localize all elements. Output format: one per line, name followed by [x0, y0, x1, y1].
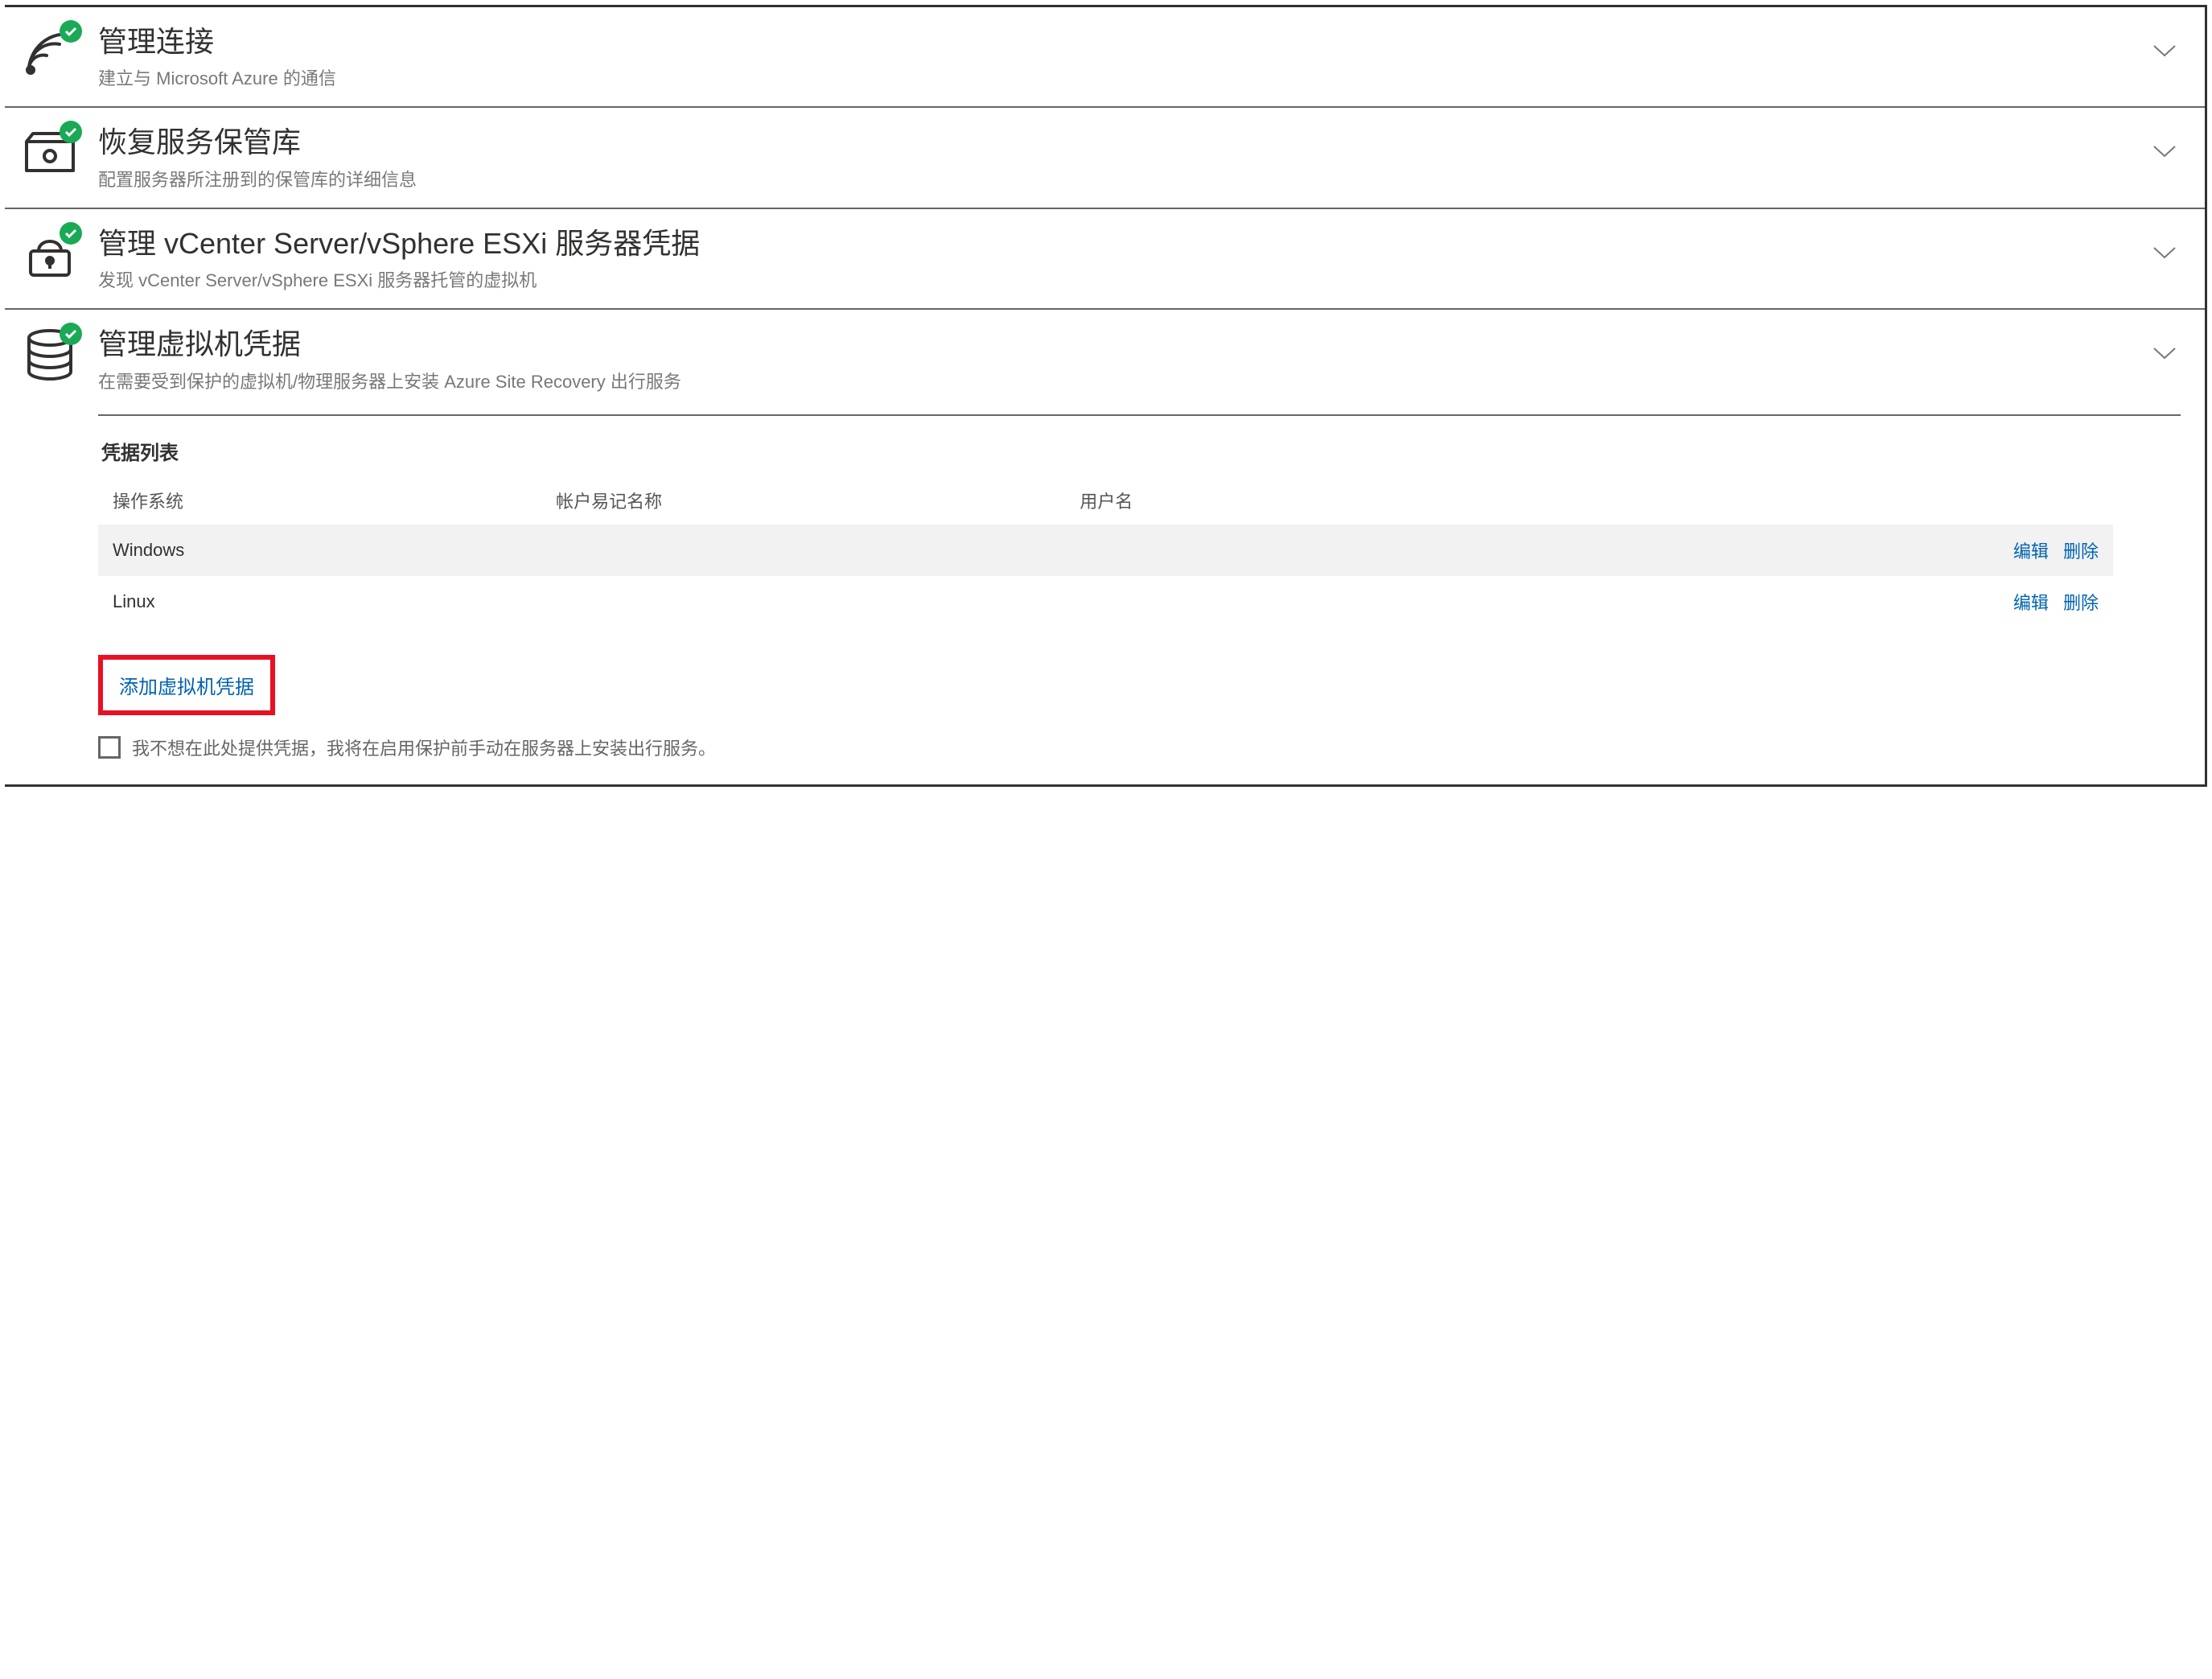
chevron-down-icon[interactable] [2148, 237, 2181, 269]
delete-link[interactable]: 删除 [2063, 593, 2099, 613]
drive-icon [21, 124, 79, 182]
accordion-title: 管理连接 [98, 25, 2129, 58]
cell-username [1065, 576, 1750, 628]
accordion-titles: 管理 vCenter Server/vSphere ESXi 服务器凭据 发现 … [98, 225, 2129, 292]
accordion-item-vm-creds: 管理虚拟机凭据 在需要受到保护的虚拟机/物理服务器上安装 Azure Site … [5, 308, 2205, 784]
connection-icon [21, 23, 79, 81]
chevron-down-icon[interactable] [2148, 337, 2181, 369]
skip-creds-label: 我不想在此处提供凭据，我将在启用保护前手动在服务器上安装出行服务。 [132, 735, 716, 760]
table-header-row: 操作系统 帐户易记名称 用户名 [98, 476, 2113, 525]
add-cred-wrap: 添加虚拟机凭据 [98, 655, 2113, 715]
cell-os: Windows [98, 525, 541, 576]
add-vm-cred-button[interactable]: 添加虚拟机凭据 [98, 655, 275, 715]
accordion-item-recovery-vault: 恢复服务保管库 配置服务器所注册到的保管库的详细信息 [5, 106, 2205, 207]
creds-list-heading: 凭据列表 [98, 437, 2113, 465]
edit-link[interactable]: 编辑 [2013, 593, 2049, 613]
col-header-username: 用户名 [1065, 476, 1750, 525]
accordion-titles: 恢复服务保管库 配置服务器所注册到的保管库的详细信息 [98, 124, 2129, 191]
accordion-item-manage-connection: 管理连接 建立与 Microsoft Azure 的通信 [5, 7, 2205, 106]
accordion-subtitle: 发现 vCenter Server/vSphere ESXi 服务器托管的虚拟机 [98, 266, 2129, 292]
status-ok-icon [60, 20, 82, 43]
cell-username [1065, 525, 1750, 576]
creds-table: 操作系统 帐户易记名称 用户名 Windows 编辑 删除 [98, 476, 2113, 628]
skip-creds-row: 我不想在此处提供凭据，我将在启用保护前手动在服务器上安装出行服务。 [98, 735, 2113, 768]
status-ok-icon [60, 121, 82, 143]
status-ok-icon [60, 222, 82, 245]
col-header-os: 操作系统 [98, 476, 541, 525]
table-row: Linux 编辑 删除 [98, 576, 2113, 628]
accordion-header[interactable]: 恢复服务保管库 配置服务器所注册到的保管库的详细信息 [21, 124, 2181, 191]
accordion-titles: 管理连接 建立与 Microsoft Azure 的通信 [98, 23, 2129, 90]
accordion-subtitle: 在需要受到保护的虚拟机/物理服务器上安装 Azure Site Recovery… [98, 368, 2129, 393]
database-icon [21, 326, 79, 384]
accordion-header[interactable]: 管理虚拟机凭据 在需要受到保护的虚拟机/物理服务器上安装 Azure Site … [21, 326, 2181, 393]
edit-link[interactable]: 编辑 [2013, 541, 2049, 562]
skip-creds-checkbox[interactable] [98, 736, 121, 759]
accordion-subtitle: 配置服务器所注册到的保管库的详细信息 [98, 166, 2129, 191]
cell-friendly [541, 576, 1065, 628]
accordion-title: 管理虚拟机凭据 [98, 327, 2129, 360]
status-ok-icon [60, 323, 82, 345]
cell-os: Linux [98, 576, 541, 628]
accordion-subtitle: 建立与 Microsoft Azure 的通信 [98, 64, 2129, 90]
chevron-down-icon[interactable] [2148, 35, 2181, 67]
lock-icon [21, 225, 79, 283]
delete-link[interactable]: 删除 [2063, 541, 2099, 562]
settings-container: 管理连接 建立与 Microsoft Azure 的通信 [5, 5, 2207, 787]
vm-creds-content: 凭据列表 操作系统 帐户易记名称 用户名 Windows [98, 414, 2181, 768]
table-row: Windows 编辑 删除 [98, 525, 2113, 576]
accordion-header[interactable]: 管理 vCenter Server/vSphere ESXi 服务器凭据 发现 … [21, 225, 2181, 292]
accordion-title: 恢复服务保管库 [98, 126, 2129, 158]
accordion-item-vcenter-creds: 管理 vCenter Server/vSphere ESXi 服务器凭据 发现 … [5, 208, 2205, 308]
accordion-title: 管理 vCenter Server/vSphere ESXi 服务器凭据 [98, 227, 2129, 260]
chevron-down-icon[interactable] [2148, 135, 2181, 167]
accordion-titles: 管理虚拟机凭据 在需要受到保护的虚拟机/物理服务器上安装 Azure Site … [98, 326, 2129, 393]
accordion-header[interactable]: 管理连接 建立与 Microsoft Azure 的通信 [21, 23, 2181, 90]
cell-friendly [541, 525, 1065, 576]
col-header-friendly: 帐户易记名称 [541, 476, 1065, 525]
